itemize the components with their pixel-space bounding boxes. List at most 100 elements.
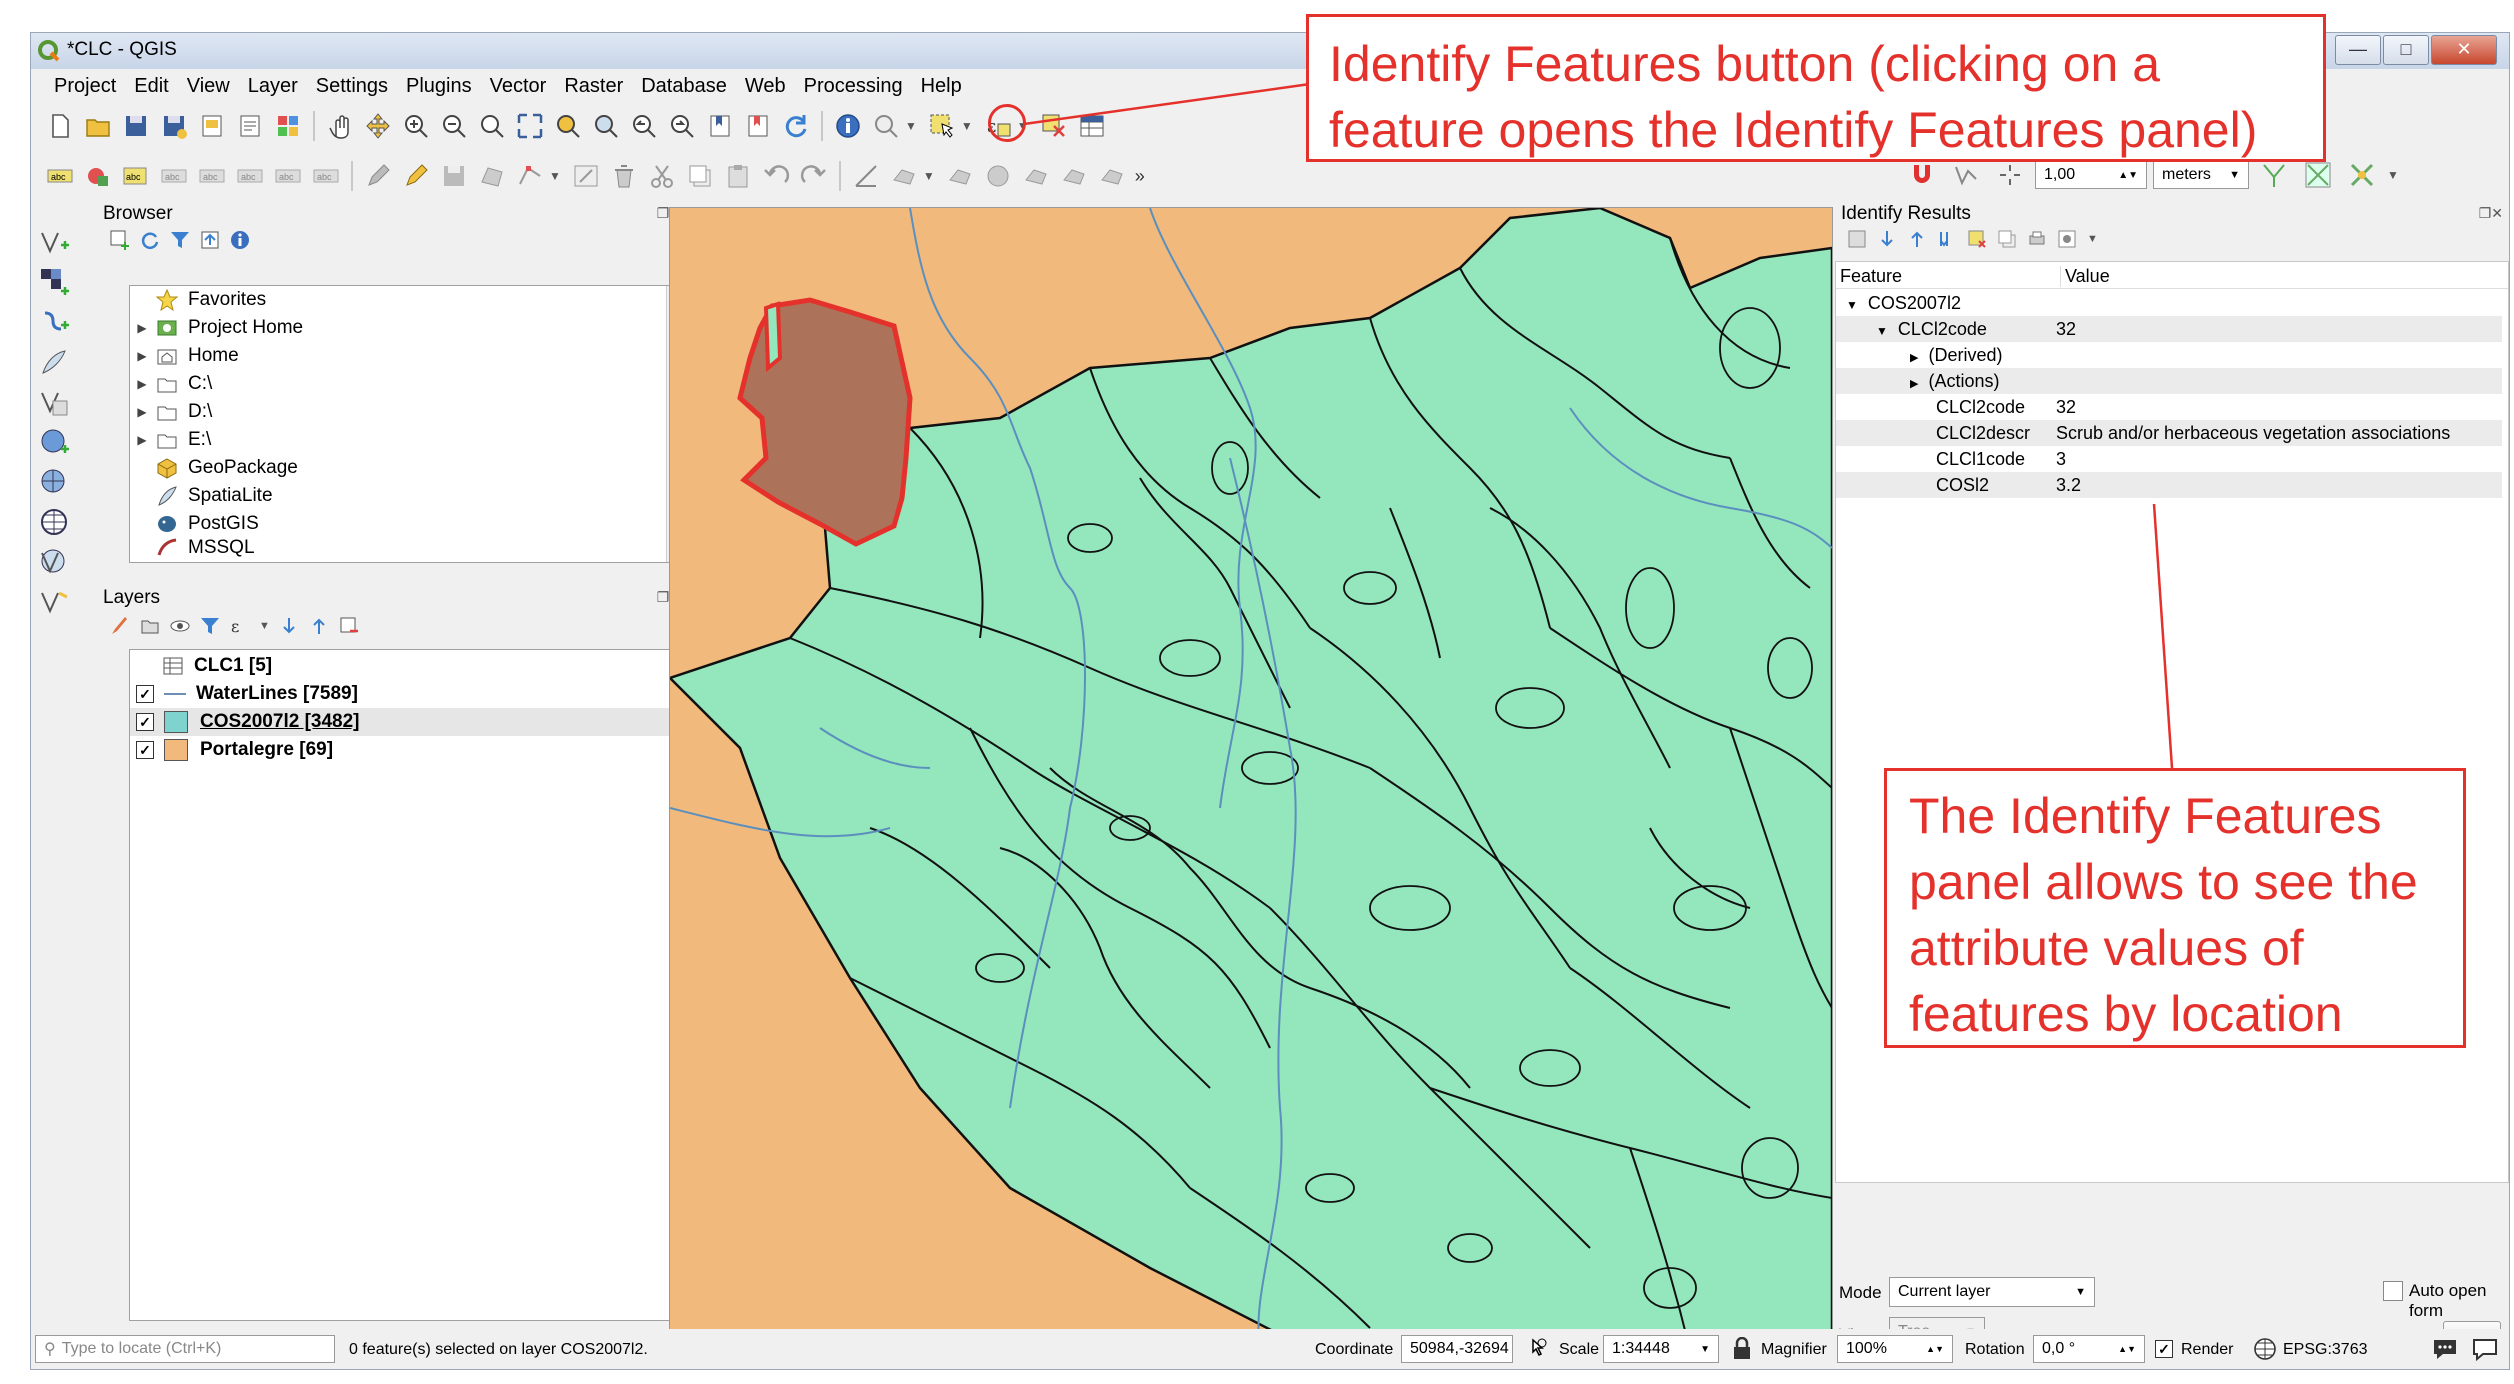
- simplify-feature-icon[interactable]: [984, 162, 1012, 190]
- copy-features-icon[interactable]: [686, 162, 714, 190]
- menu-settings[interactable]: Settings: [307, 75, 397, 98]
- add-ring-icon[interactable]: [1022, 162, 1050, 190]
- snap-intersection-icon[interactable]: [2260, 161, 2288, 189]
- collapse-all-icon[interactable]: [308, 615, 330, 637]
- label-properties-icon[interactable]: abc: [312, 162, 340, 190]
- menu-web[interactable]: Web: [736, 75, 795, 98]
- current-edits-icon[interactable]: [364, 162, 392, 190]
- expand-all-icon[interactable]: [1937, 229, 1957, 249]
- collapse-all-icon[interactable]: [199, 229, 221, 251]
- open-layer-styling-icon[interactable]: [109, 615, 131, 637]
- add-delimited-text-icon[interactable]: [39, 547, 69, 577]
- magnifier-field[interactable]: 100% ▲▼: [1837, 1335, 1953, 1363]
- menu-edit[interactable]: Edit: [125, 75, 177, 98]
- cut-features-icon[interactable]: [648, 162, 676, 190]
- expand-arrow-icon[interactable]: ▶: [136, 433, 148, 447]
- filter-legend-icon[interactable]: [199, 615, 221, 637]
- new-print-layout-icon[interactable]: [198, 112, 226, 140]
- expand-arrow-icon[interactable]: ▶: [136, 349, 148, 363]
- save-layer-edits-icon[interactable]: [440, 162, 468, 190]
- identify-features-icon[interactable]: [834, 112, 862, 140]
- identify-row-clcl2code-parent[interactable]: ▼ CLCl2code 32: [1836, 316, 2502, 342]
- modify-attributes-icon[interactable]: [572, 162, 600, 190]
- change-label-icon[interactable]: abc: [274, 162, 302, 190]
- menu-plugins[interactable]: Plugins: [397, 75, 481, 98]
- expand-arrow-icon[interactable]: ▶: [1910, 352, 1918, 364]
- zoom-full-icon[interactable]: [516, 112, 544, 140]
- panel-float-close-icon[interactable]: ❐✕: [2479, 205, 2503, 222]
- collapse-arrow-icon[interactable]: ▼: [1876, 324, 1888, 338]
- toggle-extents-mouse-icon[interactable]: [1525, 1337, 1549, 1361]
- save-project-icon[interactable]: [122, 112, 150, 140]
- zoom-in-icon[interactable]: [402, 112, 430, 140]
- maximize-button[interactable]: □: [2383, 35, 2429, 65]
- menu-vector[interactable]: Vector: [481, 75, 556, 98]
- snap-to-vertex-icon[interactable]: [1952, 161, 1980, 189]
- show-hide-labels-icon[interactable]: abc: [160, 162, 188, 190]
- minimize-button[interactable]: —: [2335, 35, 2381, 65]
- add-wcs-layer-icon[interactable]: [39, 507, 69, 537]
- menu-database[interactable]: Database: [632, 75, 736, 98]
- snap-tolerance-icon[interactable]: [1996, 161, 2024, 189]
- value-column-header[interactable]: Value: [2060, 266, 2110, 287]
- refresh-icon[interactable]: [139, 229, 161, 251]
- add-spatialite-feather-icon[interactable]: [39, 347, 69, 377]
- add-wms-layer-icon[interactable]: [39, 427, 69, 457]
- print-icon[interactable]: [2027, 229, 2047, 249]
- topological-editing-icon[interactable]: [2304, 161, 2332, 189]
- feature-column-header[interactable]: Feature: [1840, 266, 1902, 287]
- menu-view[interactable]: View: [178, 75, 239, 98]
- snap-units-select[interactable]: meters ▼: [2153, 161, 2249, 189]
- browser-item-home[interactable]: ▶ Home: [136, 342, 238, 370]
- scale-select[interactable]: 1:34448 ▼: [1603, 1335, 1719, 1363]
- label-toolbar-icon[interactable]: abc: [46, 162, 74, 190]
- zoom-last-icon[interactable]: [630, 112, 658, 140]
- highlight-pinned-labels-icon[interactable]: abc: [122, 162, 150, 190]
- snap-tolerance-field[interactable]: 1,00 ▲▼: [2035, 161, 2147, 189]
- auto-open-form-checkbox[interactable]: [2383, 1281, 2403, 1301]
- expand-arrow-icon[interactable]: ▶: [136, 405, 148, 419]
- filter-by-expression-icon[interactable]: ε: [229, 615, 251, 637]
- menu-processing[interactable]: Processing: [795, 75, 912, 98]
- snapping-magnet-icon[interactable]: [1908, 161, 1936, 189]
- measure-icon[interactable]: [872, 112, 900, 140]
- browser-item-spatialite[interactable]: SpatiaLite: [136, 482, 273, 510]
- new-bookmark-icon[interactable]: [706, 112, 734, 140]
- more-dropdown-icon[interactable]: ▼: [2387, 168, 2399, 182]
- map-canvas[interactable]: [669, 207, 1833, 1351]
- add-vector-layer-icon[interactable]: [39, 227, 69, 257]
- chevron-down-icon[interactable]: ▼: [259, 620, 270, 632]
- spinner-icon[interactable]: ▲▼: [2118, 170, 2138, 181]
- chevron-down-icon[interactable]: ▼: [2087, 233, 2098, 245]
- vertex-tool-icon[interactable]: [516, 162, 544, 190]
- locator-search-input[interactable]: ⚲ Type to locate (Ctrl+K): [35, 1335, 335, 1363]
- spinner-icon[interactable]: ▲▼: [1926, 1344, 1944, 1354]
- new-shapefile-layer-icon[interactable]: [39, 587, 69, 617]
- add-wfs-layer-icon[interactable]: [39, 467, 69, 497]
- layer-visibility-checkbox[interactable]: ✓: [136, 741, 154, 759]
- collapse-tree-icon[interactable]: [1907, 229, 1927, 249]
- notifications-icon[interactable]: [2471, 1335, 2499, 1363]
- zoom-native-icon[interactable]: [478, 112, 506, 140]
- menu-layer[interactable]: Layer: [239, 75, 307, 98]
- identify-row-layer[interactable]: ▼ COS2007l2: [1836, 290, 2502, 316]
- menu-project[interactable]: Project: [45, 75, 125, 98]
- add-virtual-layer-icon[interactable]: [39, 387, 69, 417]
- spinner-icon[interactable]: ▲▼: [2118, 1344, 2136, 1354]
- browser-item-favorites[interactable]: Favorites: [136, 286, 266, 314]
- save-as-icon[interactable]: [160, 112, 188, 140]
- layer-item-cos2007l2[interactable]: ✓ COS2007l2 [3482]: [130, 708, 685, 736]
- manage-map-themes-icon[interactable]: [169, 615, 191, 637]
- fill-ring-icon[interactable]: [1098, 162, 1126, 190]
- collapse-arrow-icon[interactable]: ▼: [1846, 298, 1858, 312]
- add-spatialite-layer-icon[interactable]: [39, 307, 69, 337]
- paste-features-icon[interactable]: [724, 162, 752, 190]
- expand-tree-icon[interactable]: [1847, 229, 1867, 249]
- rotation-field[interactable]: 0,0 ° ▲▼: [2033, 1335, 2145, 1363]
- crs-label[interactable]: EPSG:3763: [2283, 1341, 2368, 1359]
- layer-visibility-checkbox[interactable]: ✓: [136, 685, 154, 703]
- zoom-to-layer-icon[interactable]: [592, 112, 620, 140]
- identify-row-attribute[interactable]: CLCl2code 32: [1836, 394, 2502, 420]
- add-group-icon[interactable]: [139, 615, 161, 637]
- style-manager-icon[interactable]: [274, 112, 302, 140]
